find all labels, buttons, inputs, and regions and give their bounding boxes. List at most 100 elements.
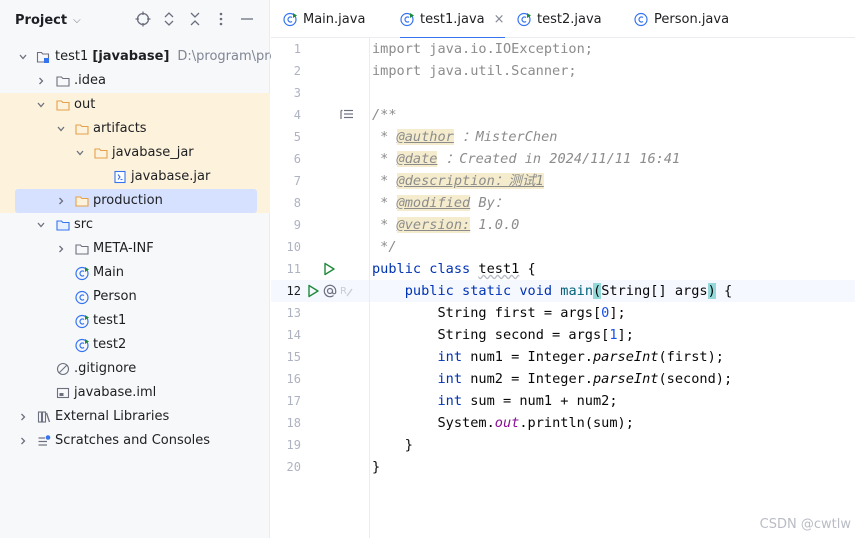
tab-main-java[interactable]: Main.java: [283, 0, 365, 38]
chevron-right-icon[interactable]: [55, 189, 67, 213]
tab-test2-java[interactable]: test2.java: [517, 0, 602, 38]
code-text[interactable]: /**: [372, 104, 397, 126]
project-panel-title[interactable]: Project: [15, 13, 67, 28]
code-text[interactable]: import java.io.IOException;: [372, 38, 593, 60]
line-number: 6: [293, 152, 301, 166]
tree-item-src[interactable]: src: [0, 213, 270, 237]
expand-all-icon[interactable]: [160, 10, 178, 28]
chevron-down-icon[interactable]: ⌵: [73, 15, 81, 26]
tab-test1-java[interactable]: test1.java ×: [400, 0, 505, 39]
scratches-icon: [37, 434, 51, 448]
code-text[interactable]: * @date ：Created in 2024/11/11 16:41: [372, 148, 680, 170]
code-line-9: 9 * @version: 1.0.0: [271, 214, 855, 236]
class-icon: [75, 290, 89, 305]
chevron-down-icon[interactable]: [35, 93, 47, 117]
tree-item-label: javabase_jar: [112, 145, 194, 160]
doc-comment-icon[interactable]: [339, 107, 355, 123]
runnable-class-icon: [75, 338, 89, 353]
code-line-1: 1 import java.io.IOException;: [271, 38, 855, 60]
code-text[interactable]: * @version: 1.0.0: [372, 214, 519, 236]
code-text[interactable]: */: [372, 236, 396, 258]
code-line-13: 13 String first = args[0];: [271, 302, 855, 324]
code-text[interactable]: public static void main(String[] args) {: [372, 280, 732, 302]
chevron-down-icon[interactable]: [35, 213, 47, 237]
code-text[interactable]: * @modified By：: [372, 192, 508, 214]
collapse-all-icon[interactable]: [186, 10, 204, 28]
code-text[interactable]: * @author ：MisterChen: [372, 126, 557, 148]
code-text[interactable]: }: [372, 434, 413, 456]
code-line-12: 12 R public static void main(String[] ar…: [271, 280, 855, 302]
tree-item-javabase-jar-folder[interactable]: javabase_jar: [0, 141, 270, 165]
tree-item-artifacts[interactable]: artifacts: [0, 117, 270, 141]
annotation-at-icon[interactable]: [322, 283, 338, 299]
code-editor[interactable]: 1 import java.io.IOException; 2 import j…: [271, 38, 855, 538]
tree-item-external-libraries[interactable]: External Libraries: [0, 405, 270, 429]
folder-orange-icon: [94, 146, 108, 160]
tree-item-gitignore[interactable]: .gitignore: [0, 357, 270, 381]
line-number: 2: [293, 64, 301, 78]
tree-item-label: javabase.jar: [131, 169, 211, 184]
jar-icon: [113, 170, 127, 184]
code-text[interactable]: int num2 = Integer.parseInt(second);: [372, 368, 732, 390]
tree-item-label: javabase.iml: [74, 385, 157, 400]
tree-item-main-class[interactable]: Main: [0, 261, 270, 285]
chevron-down-icon[interactable]: [55, 117, 67, 141]
code-text[interactable]: System.out.println(sum);: [372, 412, 633, 434]
tab-person-java[interactable]: Person.java: [634, 0, 729, 38]
tree-item-label: Scratches and Consoles: [55, 433, 211, 448]
chevron-down-icon[interactable]: [74, 141, 86, 165]
locate-icon[interactable]: [134, 10, 152, 28]
editor-tab-bar: Main.java test1.java × test2.java Person…: [271, 0, 855, 39]
tree-item-test1-class[interactable]: test1: [0, 309, 270, 333]
tree-item-person-class[interactable]: Person: [0, 285, 270, 309]
tree-item-javabase-iml[interactable]: javabase.iml: [0, 381, 270, 405]
close-icon[interactable]: ×: [494, 12, 505, 27]
runnable-class-icon: [75, 266, 89, 281]
tree-item-out[interactable]: out: [0, 93, 270, 117]
code-text[interactable]: String first = args[0];: [372, 302, 625, 324]
code-line-15: 15 int num1 = Integer.parseInt(first);: [271, 346, 855, 368]
chevron-right-icon[interactable]: [55, 237, 67, 261]
code-line-10: 10 */: [271, 236, 855, 258]
run-icon[interactable]: [305, 283, 321, 299]
code-line-5: 5 * @author ：MisterChen: [271, 126, 855, 148]
code-text[interactable]: int sum = num1 + num2;: [372, 390, 617, 412]
line-number: 18: [286, 416, 301, 430]
chevron-right-icon[interactable]: [35, 69, 47, 93]
code-line-2: 2 import java.util.Scanner;: [271, 60, 855, 82]
line-number: 11: [286, 262, 301, 276]
tree-item-label: src: [74, 217, 93, 232]
chevron-down-icon[interactable]: [17, 45, 29, 69]
options-icon[interactable]: [212, 10, 230, 28]
code-text[interactable]: int num1 = Integer.parseInt(first);: [372, 346, 723, 368]
code-text[interactable]: }: [372, 456, 380, 478]
line-number: 1: [293, 42, 301, 56]
chevron-right-icon[interactable]: [17, 429, 29, 453]
tree-item-test1-module[interactable]: test1 [javabase] D:\program\progra: [0, 45, 299, 69]
code-text[interactable]: public class test1 {: [372, 258, 536, 280]
edit-breakpoint-icon[interactable]: R: [338, 283, 354, 299]
tab-label: Person.java: [654, 11, 730, 27]
runnable-class-icon: [283, 12, 297, 26]
tree-item-label: Person: [93, 289, 137, 304]
folder-orange-icon: [75, 122, 89, 136]
tree-item-production[interactable]: production: [0, 189, 270, 213]
run-icon[interactable]: [321, 261, 337, 277]
tree-item-scratches-and-consoles[interactable]: Scratches and Consoles: [0, 429, 270, 453]
tree-item-javabase-jar[interactable]: javabase.jar: [0, 165, 270, 189]
project-tree: test1 [javabase] D:\program\progra .idea …: [0, 45, 299, 453]
tree-item-test2-class[interactable]: test2: [0, 333, 270, 357]
libraries-icon: [37, 410, 51, 424]
code-line-20: 20 }: [271, 456, 855, 478]
chevron-right-icon[interactable]: [17, 405, 29, 429]
line-number: 20: [286, 460, 301, 474]
minimize-icon[interactable]: [238, 10, 256, 28]
module-icon: [36, 50, 50, 64]
tree-item-meta-inf[interactable]: META-INF: [0, 237, 270, 261]
code-text[interactable]: String second = args[1];: [372, 324, 633, 346]
code-text[interactable]: * @description：测试1: [372, 170, 544, 192]
code-line-16: 16 int num2 = Integer.parseInt(second);: [271, 368, 855, 390]
code-text[interactable]: import java.util.Scanner;: [372, 60, 577, 82]
tree-item-idea[interactable]: .idea: [0, 69, 270, 93]
line-number: 14: [286, 328, 301, 342]
